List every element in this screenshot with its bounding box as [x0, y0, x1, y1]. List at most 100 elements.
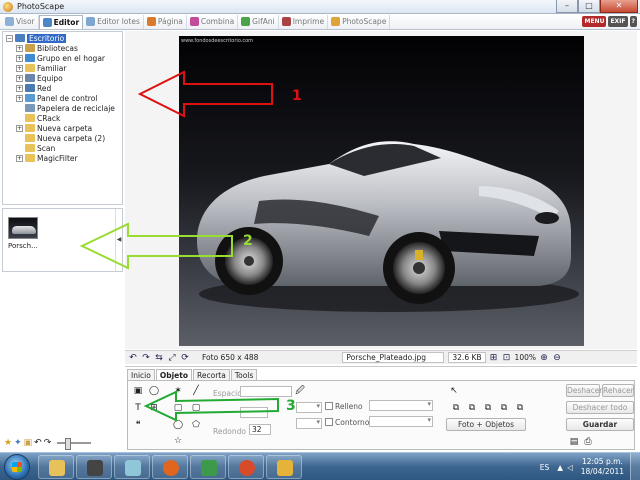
- quote-icon[interactable]: ❝: [132, 419, 144, 431]
- language-indicator[interactable]: ES: [540, 463, 550, 472]
- exif-button[interactable]: EXIF: [608, 16, 628, 27]
- taskbar-explorer[interactable]: [38, 455, 74, 479]
- menu-button[interactable]: MENU: [582, 16, 607, 27]
- taskbar-network[interactable]: [190, 455, 226, 479]
- show-desktop-button[interactable]: [630, 453, 640, 480]
- expand-icon[interactable]: +: [16, 74, 23, 82]
- help-icon[interactable]: ?: [629, 16, 637, 27]
- taskbar-firefox[interactable]: [152, 455, 188, 479]
- send-back-icon[interactable]: ⧉: [466, 402, 478, 414]
- tree-item-equipo[interactable]: + Equipo: [6, 73, 122, 83]
- tree-item-grupo-hogar[interactable]: + Grupo en el hogar: [6, 53, 122, 63]
- expand-icon[interactable]: +: [16, 154, 23, 162]
- zoom-fit-icon[interactable]: ⊞: [489, 353, 499, 363]
- taskbar-paint[interactable]: [266, 455, 302, 479]
- print-small-icon[interactable]: ⎙: [582, 436, 594, 448]
- group-icon[interactable]: ⧉: [498, 402, 510, 414]
- tab-visor[interactable]: Visor: [2, 14, 39, 29]
- size-field[interactable]: [240, 407, 268, 418]
- fill-checkbox[interactable]: [325, 402, 333, 410]
- zoom-in-icon[interactable]: ⊕: [539, 353, 549, 363]
- tab-tools[interactable]: Tools: [230, 369, 258, 380]
- image-object-icon[interactable]: ▣: [132, 385, 144, 397]
- save-icon[interactable]: ▤: [568, 436, 580, 448]
- undo-button[interactable]: Deshacer: [566, 384, 602, 397]
- fill-select[interactable]: [369, 400, 433, 411]
- tab-recorta[interactable]: Recorta: [193, 369, 230, 380]
- tree-item-escritorio[interactable]: − Escritorio: [6, 33, 122, 43]
- line-tool-icon[interactable]: ╱: [190, 385, 202, 397]
- tree-item-red[interactable]: + Red: [6, 83, 122, 93]
- tree-item-crack[interactable]: CRack: [6, 113, 122, 123]
- tab-combina[interactable]: Combina: [187, 14, 239, 29]
- line-style-select[interactable]: [296, 402, 322, 413]
- tab-imprime[interactable]: Imprime: [279, 14, 329, 29]
- collapse-arrow-icon[interactable]: ◀: [115, 209, 122, 271]
- redo-button[interactable]: Rehacer: [602, 384, 634, 397]
- fit-icon[interactable]: ⤢: [167, 353, 177, 363]
- spacing-field[interactable]: [240, 386, 292, 397]
- tree-item-panel-control[interactable]: + Panel de control: [6, 93, 122, 103]
- rectangle-tool-icon[interactable]: ▢: [172, 402, 184, 414]
- star-shape-icon[interactable]: ☆: [172, 435, 184, 447]
- folder-tree[interactable]: − Escritorio + Bibliotecas + Grupo en el ho…: [2, 31, 123, 205]
- tree-item-papelera[interactable]: Papelera de reciclaje: [6, 103, 122, 113]
- photo[interactable]: www.fondosdeescritorio.com: [179, 36, 584, 346]
- collapse-icon[interactable]: −: [6, 34, 13, 42]
- tree-item-nueva-carpeta[interactable]: + Nueva carpeta: [6, 123, 122, 133]
- line-width-select[interactable]: [296, 418, 322, 429]
- taskbar-search[interactable]: [228, 455, 264, 479]
- clock[interactable]: 12:05 p.m. 18/04/2011: [581, 457, 624, 477]
- speech-balloon-icon[interactable]: ◯: [148, 385, 160, 397]
- zoom-out-icon[interactable]: ⊖: [552, 353, 562, 363]
- tab-editor[interactable]: Editor: [38, 14, 84, 29]
- tab-photoscape[interactable]: PhotoScape: [328, 14, 391, 29]
- align-icon[interactable]: ⧉: [482, 402, 494, 414]
- expand-icon[interactable]: +: [16, 54, 23, 62]
- start-button[interactable]: [4, 454, 30, 480]
- expand-icon[interactable]: +: [16, 124, 23, 132]
- undo-all-button[interactable]: Deshacer todo: [566, 401, 634, 414]
- thumbnail-image[interactable]: [8, 217, 38, 239]
- refresh-icon[interactable]: ⟳: [180, 353, 190, 363]
- tab-editor-lotes[interactable]: Editor lotes: [83, 14, 144, 29]
- save-button[interactable]: Guardar: [566, 418, 634, 431]
- tab-inicio[interactable]: Inicio: [127, 369, 155, 380]
- thumbnail-size-slider[interactable]: [57, 438, 92, 450]
- maximize-button[interactable]: □: [578, 0, 600, 13]
- outline-checkbox[interactable]: [325, 418, 333, 426]
- forward-arrow-icon[interactable]: ↷: [44, 438, 52, 448]
- volume-icon[interactable]: ◁: [567, 463, 573, 472]
- minimize-button[interactable]: –: [556, 0, 578, 13]
- tab-objeto[interactable]: Objeto: [155, 369, 192, 380]
- magic-wand-icon[interactable]: ✶: [172, 385, 184, 397]
- tree-item-scan[interactable]: Scan: [6, 143, 122, 153]
- tree-item-bibliotecas[interactable]: + Bibliotecas: [6, 43, 122, 53]
- tray-arrow-icon[interactable]: ▲: [557, 463, 563, 472]
- tree-item-magicfilter[interactable]: + MagicFilter: [6, 153, 122, 163]
- rotate-left-icon[interactable]: ↶: [128, 353, 138, 363]
- taskbar-notes[interactable]: [114, 455, 150, 479]
- tree-item-familiar[interactable]: + Familiar: [6, 63, 122, 73]
- expand-icon[interactable]: +: [16, 64, 23, 72]
- polygon-tool-icon[interactable]: ⬠: [190, 419, 202, 431]
- tab-pagina[interactable]: Página: [144, 14, 187, 29]
- stamp-icon[interactable]: ⊞: [148, 402, 160, 414]
- eyedropper-icon[interactable]: 🖉: [294, 385, 306, 397]
- rounded-rect-tool-icon[interactable]: ▢: [190, 402, 202, 414]
- expand-icon[interactable]: +: [16, 94, 23, 102]
- close-button[interactable]: ✕: [600, 0, 638, 13]
- delete-object-icon[interactable]: ⧉: [514, 402, 526, 414]
- outline-select[interactable]: [369, 416, 433, 427]
- select-pointer-icon[interactable]: ↖: [448, 385, 460, 397]
- star-icon[interactable]: ★: [4, 438, 12, 448]
- back-arrow-icon[interactable]: ↶: [34, 438, 42, 448]
- tree-item-nueva-carpeta-2[interactable]: Nueva carpeta (2): [6, 133, 122, 143]
- expand-icon[interactable]: +: [16, 84, 23, 92]
- photo-objects-button[interactable]: Foto + Objetos: [446, 418, 526, 431]
- rotate-right-icon[interactable]: ↷: [141, 353, 151, 363]
- folder-open-icon[interactable]: ▣: [24, 438, 33, 448]
- tab-gifani[interactable]: GifAni: [238, 14, 279, 29]
- bring-front-icon[interactable]: ⧉: [450, 402, 462, 414]
- text-tool-icon[interactable]: T: [132, 402, 144, 414]
